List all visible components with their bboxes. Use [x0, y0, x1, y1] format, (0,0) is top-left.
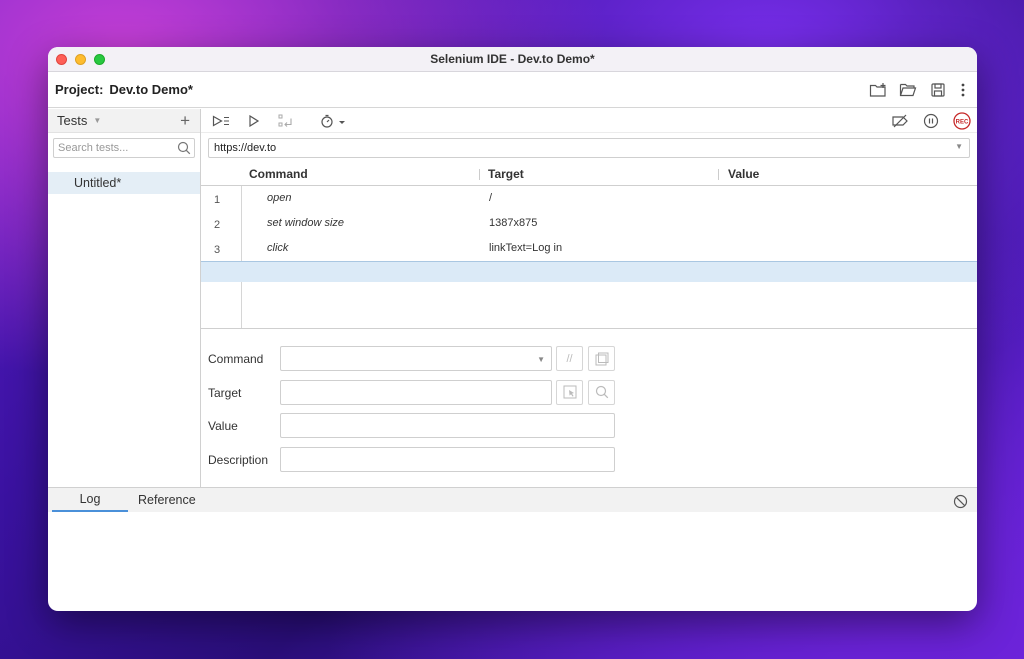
test-item-untitled[interactable]: Untitled* [48, 172, 200, 194]
add-test-icon[interactable]: + [180, 111, 190, 131]
value-input[interactable] [280, 413, 615, 438]
select-target-button[interactable] [556, 379, 583, 405]
table-body: 1 open / 2 set window size 1387x875 3 cl… [201, 186, 977, 329]
tests-header: Tests ▼ + [48, 109, 200, 133]
row-command: click [267, 242, 289, 254]
column-divider[interactable] [718, 169, 719, 180]
run-all-tests-icon[interactable] [211, 112, 231, 130]
title-bar: Selenium IDE - Dev.to Demo* [48, 47, 977, 72]
bottom-panel: Log Reference [48, 487, 977, 611]
table-row[interactable]: 2 set window size 1387x875 [201, 211, 977, 236]
bottom-tabs: Log Reference [48, 488, 977, 512]
test-editor: REC https://dev.to ▼ Command Target Valu… [201, 109, 977, 487]
chevron-down-icon[interactable]: ▼ [537, 355, 545, 364]
window-controls [56, 54, 105, 65]
description-input[interactable] [280, 446, 615, 472]
row-number: 2 [214, 219, 221, 231]
minimize-window-button[interactable] [75, 54, 86, 65]
row-target: / [489, 192, 493, 204]
new-folder-icon[interactable] [869, 81, 887, 99]
column-header-value: Value [728, 167, 760, 181]
project-label: Project: [55, 82, 104, 97]
editor-toolbar: REC [201, 109, 977, 133]
timer-icon[interactable] [319, 112, 347, 130]
project-toolbar [869, 81, 967, 99]
url-select[interactable]: https://dev.to ▼ [208, 138, 970, 158]
window-title: Selenium IDE - Dev.to Demo* [430, 52, 595, 66]
clear-log-icon[interactable] [951, 492, 969, 510]
column-header-target: Target [488, 167, 524, 181]
row-command: set window size [267, 217, 345, 229]
tests-sidebar: Tests ▼ + Untitled* [48, 109, 201, 487]
toolbar-right: REC [891, 112, 971, 130]
app-window: Selenium IDE - Dev.to Demo* Project: Dev… [48, 47, 977, 611]
comment-toggle-button[interactable]: // [556, 346, 583, 371]
target-input[interactable] [280, 379, 552, 405]
table-row[interactable]: 1 open / [201, 186, 977, 211]
row-target: 1387x875 [489, 217, 538, 229]
target-label: Target [208, 385, 242, 400]
maximize-window-button[interactable] [94, 54, 105, 65]
close-window-button[interactable] [56, 54, 67, 65]
command-editor: Command ▼ // Target Value Description [201, 346, 977, 480]
tab-reference[interactable]: Reference [128, 488, 206, 512]
disable-breakpoints-icon[interactable] [891, 112, 909, 130]
value-label: Value [208, 419, 238, 433]
find-target-button[interactable] [588, 379, 615, 405]
search-box [53, 138, 195, 158]
tab-log[interactable]: Log [52, 488, 128, 512]
search-tests-input[interactable] [58, 142, 173, 154]
more-vertical-icon[interactable] [959, 81, 967, 99]
table-header: Command Target Value [201, 163, 977, 186]
chevron-down-icon[interactable]: ▼ [955, 142, 963, 151]
table-row[interactable]: 3 click linkText=Log in [201, 236, 977, 261]
search-wrap [48, 133, 200, 163]
commands-table: Command Target Value 1 open / 2 set wind… [201, 163, 977, 329]
play-icon[interactable] [245, 112, 263, 130]
tests-dropdown[interactable]: Tests [57, 113, 87, 128]
pause-icon[interactable] [922, 112, 940, 130]
column-divider[interactable] [479, 169, 480, 180]
search-icon [177, 141, 191, 158]
command-label: Command [208, 352, 264, 366]
step-over-icon[interactable] [277, 112, 295, 130]
url-row: https://dev.to ▼ [201, 133, 977, 163]
project-bar: Project: Dev.to Demo* [48, 72, 977, 108]
row-number: 1 [214, 194, 221, 206]
open-folder-icon[interactable] [899, 81, 917, 99]
command-field-row: Command ▼ // [201, 346, 977, 380]
command-select[interactable]: ▼ [280, 346, 552, 371]
save-icon[interactable] [929, 81, 947, 99]
open-reference-button[interactable] [588, 346, 615, 371]
svg-text:REC: REC [956, 120, 969, 126]
table-divider [201, 328, 977, 329]
main-area: Tests ▼ + Untitled* [48, 109, 977, 487]
table-row-new[interactable] [201, 261, 977, 282]
description-field-row: Description [201, 446, 977, 481]
record-icon[interactable]: REC [953, 112, 971, 130]
project-name[interactable]: Dev.to Demo* [109, 82, 193, 97]
description-label: Description [208, 452, 269, 467]
row-number: 3 [214, 244, 221, 256]
url-value: https://dev.to [214, 142, 277, 154]
chevron-down-icon[interactable]: ▼ [93, 116, 101, 125]
column-header-command: Command [249, 167, 308, 181]
row-target: linkText=Log in [489, 242, 563, 254]
value-field-row: Value [201, 413, 977, 447]
target-field-row: Target [201, 379, 977, 414]
row-command: open [267, 192, 292, 204]
